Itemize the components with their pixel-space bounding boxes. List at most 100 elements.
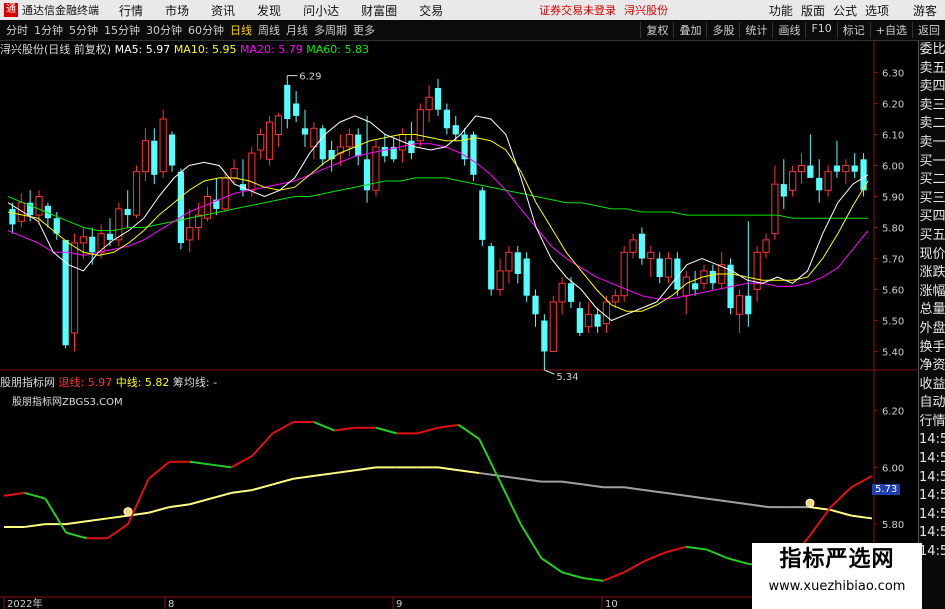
tui-line-segment <box>44 498 67 534</box>
candle-body-down <box>443 109 450 129</box>
side-panel-item[interactable]: 买三 <box>919 190 945 209</box>
mid-line-segment <box>561 480 583 486</box>
tui-line-segment <box>727 557 749 565</box>
mid-line-segment <box>189 497 211 506</box>
candle-body-up <box>682 276 690 297</box>
side-panel-item[interactable]: 14:56 <box>919 431 945 450</box>
quote-side-panel[interactable]: 委比 卖五 卖四 卖三 卖二 卖一 买一 买二 买三 买四 买五 现价 涨跌 涨幅 总量 外盘 换手 净资 收益 自动… <box>918 41 945 609</box>
candle-body-up <box>141 140 150 173</box>
side-panel-item[interactable]: 换手 <box>919 339 945 358</box>
side-panel-item[interactable]: 自动 <box>919 394 945 413</box>
candle-body-up <box>79 236 87 244</box>
tui-line-segment <box>210 463 232 469</box>
tui-line-segment <box>602 571 625 582</box>
tui-line-segment <box>499 481 522 525</box>
high-label: 6.29 <box>299 72 321 83</box>
tui-line-segment <box>251 432 274 457</box>
candle-body-up <box>558 282 566 303</box>
mid-line-segment <box>520 477 542 483</box>
side-panel-item[interactable]: 14:56 <box>919 506 945 525</box>
side-panel-item[interactable]: 总量 <box>919 301 945 320</box>
candle-body-down <box>709 270 716 284</box>
mid-line-segment <box>210 491 232 500</box>
candle-body-down <box>692 283 699 290</box>
side-panel-item[interactable]: 14:56 <box>919 543 945 562</box>
money-bag-icon <box>123 507 133 517</box>
candle-body-down <box>567 283 575 302</box>
side-panel-item[interactable]: 卖五 <box>919 60 945 79</box>
candle-body-up <box>753 251 761 291</box>
tui-line-segment <box>850 475 873 489</box>
price-axis-label: 6.10 <box>882 131 904 142</box>
watermark-logo: 指标严选网 www.xuezhibiao.com <box>752 543 922 609</box>
mid-line-segment <box>499 474 521 480</box>
tui-line-segment <box>519 523 543 559</box>
price-axis-label: 5.40 <box>882 348 904 359</box>
side-panel-item[interactable]: 14:56 <box>919 450 945 469</box>
tui-line-segment <box>561 571 583 579</box>
candle-body-down <box>124 208 131 216</box>
money-bag-icon <box>805 498 815 508</box>
candle-body-down <box>514 252 521 274</box>
mid-line-segment <box>251 483 273 492</box>
side-panel-item[interactable]: 14:56 <box>919 487 945 506</box>
side-panel-item[interactable]: 现价 <box>919 246 945 265</box>
candle-body-up <box>159 118 167 173</box>
tui-line-segment <box>706 548 728 560</box>
side-panel-item[interactable]: 委比 <box>919 41 945 60</box>
tui-line-segment <box>313 421 336 432</box>
side-panel-item[interactable]: 净资 <box>919 357 945 376</box>
candle-body-down <box>523 258 530 296</box>
side-panel-item[interactable]: 行情 <box>919 413 945 432</box>
candle-body-down <box>816 177 823 191</box>
side-panel-item[interactable]: 卖二 <box>919 115 945 134</box>
candle-body-down <box>293 103 300 116</box>
candle-body-up <box>842 165 850 173</box>
side-panel-item[interactable]: 涨幅 <box>919 283 945 302</box>
candle-body-up <box>735 295 744 315</box>
candle-body-down <box>62 239 69 346</box>
side-panel-item[interactable]: 买一 <box>919 153 945 172</box>
watermark-url: www.xuezhibiao.com <box>768 579 906 594</box>
side-panel-item[interactable]: 卖四 <box>919 78 945 97</box>
side-panel-item[interactable]: 14:56 <box>919 524 945 543</box>
candle-body-down <box>89 236 96 253</box>
mid-line-segment <box>437 466 459 472</box>
candle-body-down <box>656 258 663 278</box>
candle-body-up <box>132 171 141 216</box>
low-marker <box>544 369 555 375</box>
candle-body-up <box>257 134 265 151</box>
tui-line-segment <box>665 545 687 554</box>
side-panel-item[interactable]: 收益 <box>919 376 945 395</box>
candle-body-up <box>797 165 806 173</box>
price-axis-label: 5.90 <box>882 193 904 204</box>
candle-body-down <box>452 125 459 135</box>
mid-line-segment <box>107 514 129 520</box>
tui-line-segment <box>272 421 294 435</box>
date-axis-label: 9 <box>396 599 402 609</box>
candle-body-down <box>541 320 548 352</box>
side-panel-item[interactable]: 外盘 <box>919 320 945 339</box>
mid-line-segment <box>169 503 191 509</box>
side-panel-item[interactable]: 卖三 <box>919 97 945 116</box>
side-panel-item[interactable]: 卖一 <box>919 134 945 153</box>
side-panel-item[interactable]: 14:56 <box>919 469 945 488</box>
mid-line-segment <box>809 506 831 511</box>
date-axis-label: 2022年 <box>7 597 42 609</box>
candle-body-down <box>301 128 309 135</box>
candle-body-down <box>488 246 495 290</box>
candle-body-up <box>762 239 770 253</box>
side-panel-item[interactable]: 买五 <box>919 227 945 246</box>
candle-body-up <box>629 239 637 253</box>
side-panel-item[interactable]: 买二 <box>919 171 945 190</box>
date-axis-label: 8 <box>168 599 174 609</box>
tui-line-segment <box>24 491 46 500</box>
candle-body-down <box>106 233 114 240</box>
ind-axis-label: 6.20 <box>882 407 904 418</box>
side-panel-item[interactable]: 买四 <box>919 208 945 227</box>
candle-body-up <box>345 134 353 148</box>
price-axis-label: 5.60 <box>882 286 904 297</box>
mid-line-segment <box>685 494 707 500</box>
kline-chart[interactable]: 6.29 5.34 6.30 6.20 6.10 6.00 5.90 5.80 5.70 5.6… <box>0 0 945 609</box>
side-panel-item[interactable]: 涨跌 <box>919 264 945 283</box>
